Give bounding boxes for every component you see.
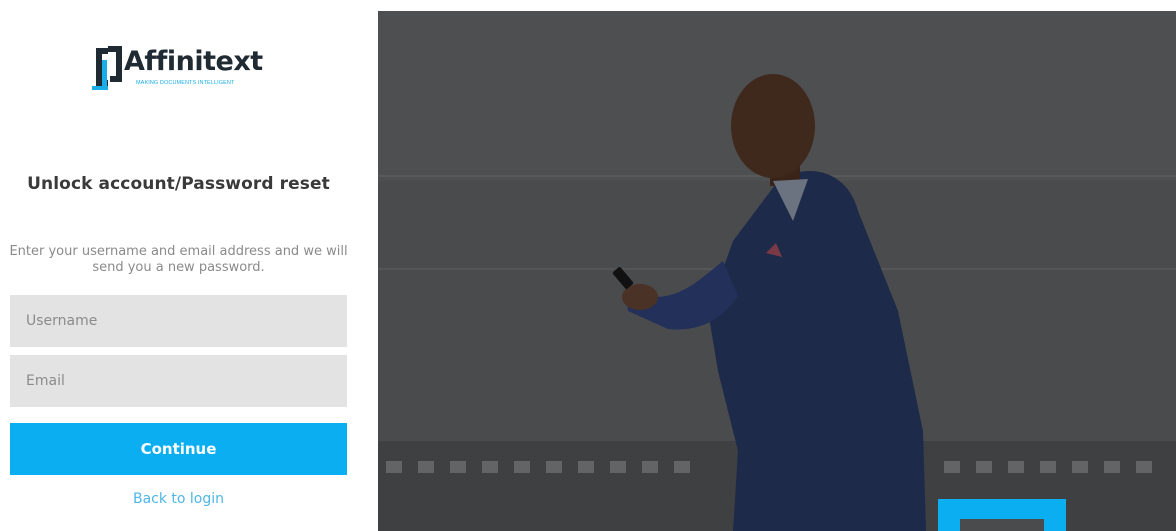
continue-button[interactable]: Continue xyxy=(10,423,347,475)
back-to-login-link[interactable]: Back to login xyxy=(0,491,357,507)
brand-tagline: MAKING DOCUMENTS INTELLIGENT xyxy=(136,80,235,86)
email-input[interactable] xyxy=(10,355,347,407)
page-title: Unlock account/Password reset xyxy=(27,174,330,194)
instructions-text: Enter your username and email address an… xyxy=(9,244,348,275)
affinitext-logo-icon xyxy=(92,46,122,90)
username-input[interactable] xyxy=(10,295,347,347)
hero-image xyxy=(378,11,1176,531)
login-panel: Affinitext MAKING DOCUMENTS INTELLIGENT … xyxy=(0,0,357,531)
brand-logo: Affinitext MAKING DOCUMENTS INTELLIGENT xyxy=(88,40,278,92)
man-smiling-at-phone-photo xyxy=(378,11,1176,531)
brand-name: Affinitext xyxy=(124,46,263,77)
